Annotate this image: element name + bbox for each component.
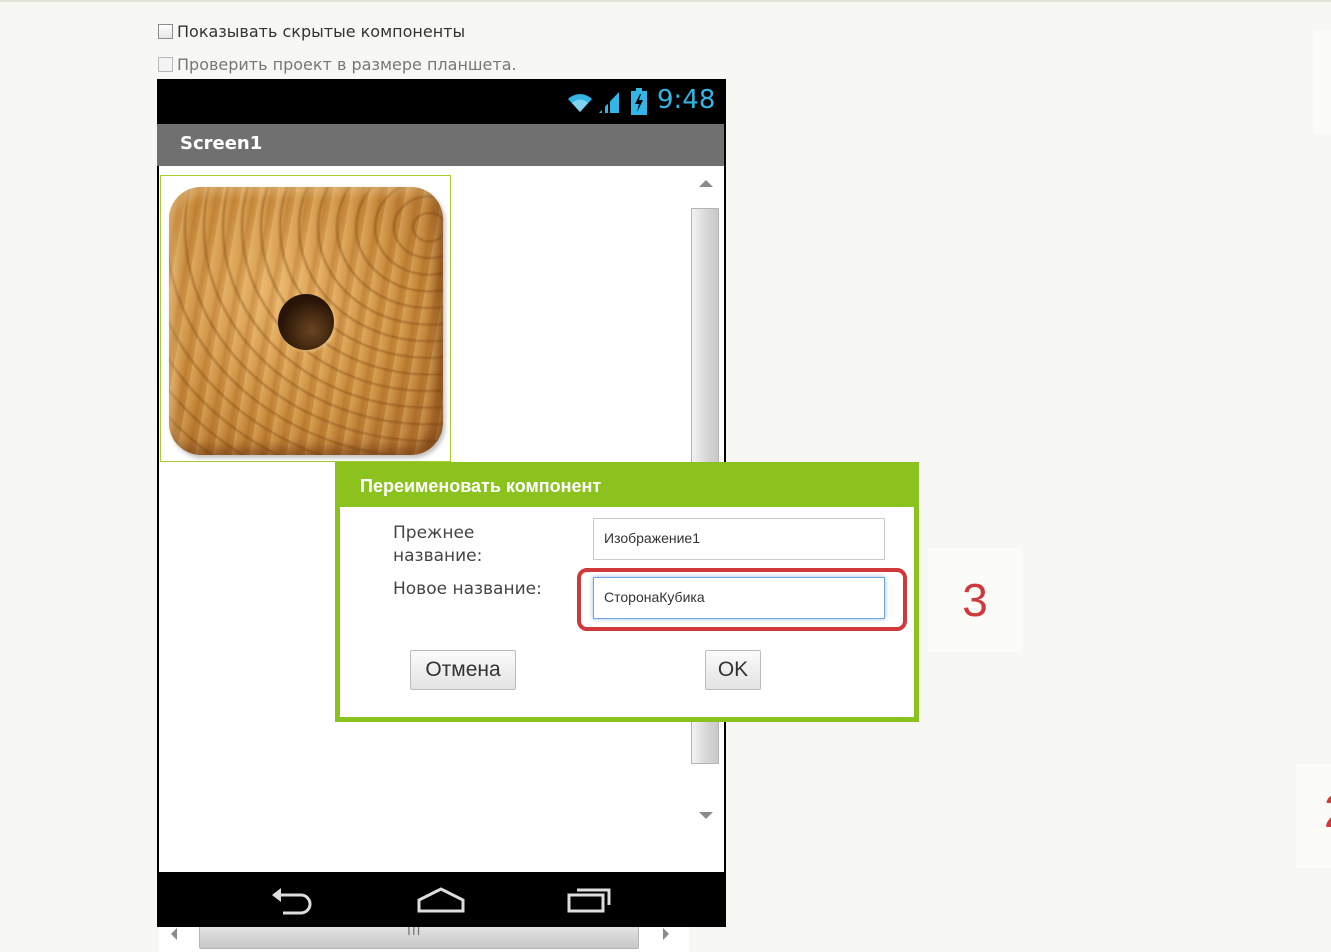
edge-panel <box>1314 30 1331 134</box>
show-hidden-components-option[interactable]: Показывать скрытые компоненты <box>158 22 465 41</box>
rename-component-dialog: Переименовать компонент Прежнее название… <box>335 462 919 722</box>
scroll-down-arrow-icon[interactable] <box>699 812 713 819</box>
dialog-title: Переименовать компонент <box>360 476 602 496</box>
ok-button[interactable]: OK <box>705 650 761 690</box>
home-icon[interactable] <box>415 885 467 915</box>
dialog-header: Переименовать компонент <box>340 467 914 507</box>
back-icon[interactable] <box>269 885 317 915</box>
screen-title: Screen1 <box>180 133 263 154</box>
new-name-highlight <box>577 568 907 631</box>
scroll-left-arrow-icon[interactable] <box>171 928 177 940</box>
battery-charging-icon <box>631 88 647 115</box>
screen-title-bar: Screen1 <box>157 124 724 166</box>
status-clock: 9:48 <box>657 85 716 115</box>
new-name-label: Новое название: <box>393 579 542 599</box>
old-name-field[interactable]: Изображение1 <box>593 518 885 560</box>
step-number-annotation: 3 <box>928 548 1022 652</box>
scroll-up-arrow-icon[interactable] <box>699 180 713 187</box>
cancel-button[interactable]: Отмена <box>410 650 516 690</box>
tablet-preview-label: Проверить проект в размере планшета. <box>177 55 517 74</box>
show-hidden-label: Показывать скрытые компоненты <box>177 22 466 41</box>
tablet-preview-checkbox[interactable] <box>158 57 173 72</box>
status-bar: 9:48 <box>157 79 726 124</box>
wooden-die-image <box>169 187 443 455</box>
scroll-right-arrow-icon[interactable] <box>663 928 669 940</box>
edge-step-number: 2 <box>1324 764 1331 858</box>
recent-apps-icon[interactable] <box>565 885 613 915</box>
show-hidden-checkbox[interactable] <box>158 24 173 39</box>
top-divider <box>0 0 1331 2</box>
tablet-preview-option[interactable]: Проверить проект в размере планшета. <box>158 55 517 74</box>
edge-step-annotation: 2 <box>1296 764 1331 868</box>
image-component[interactable] <box>160 175 451 462</box>
wifi-icon <box>568 94 592 112</box>
navigation-bar <box>157 873 726 927</box>
signal-icon <box>599 92 619 113</box>
old-name-label: Прежнее название: <box>393 523 483 566</box>
die-pip <box>278 294 334 350</box>
